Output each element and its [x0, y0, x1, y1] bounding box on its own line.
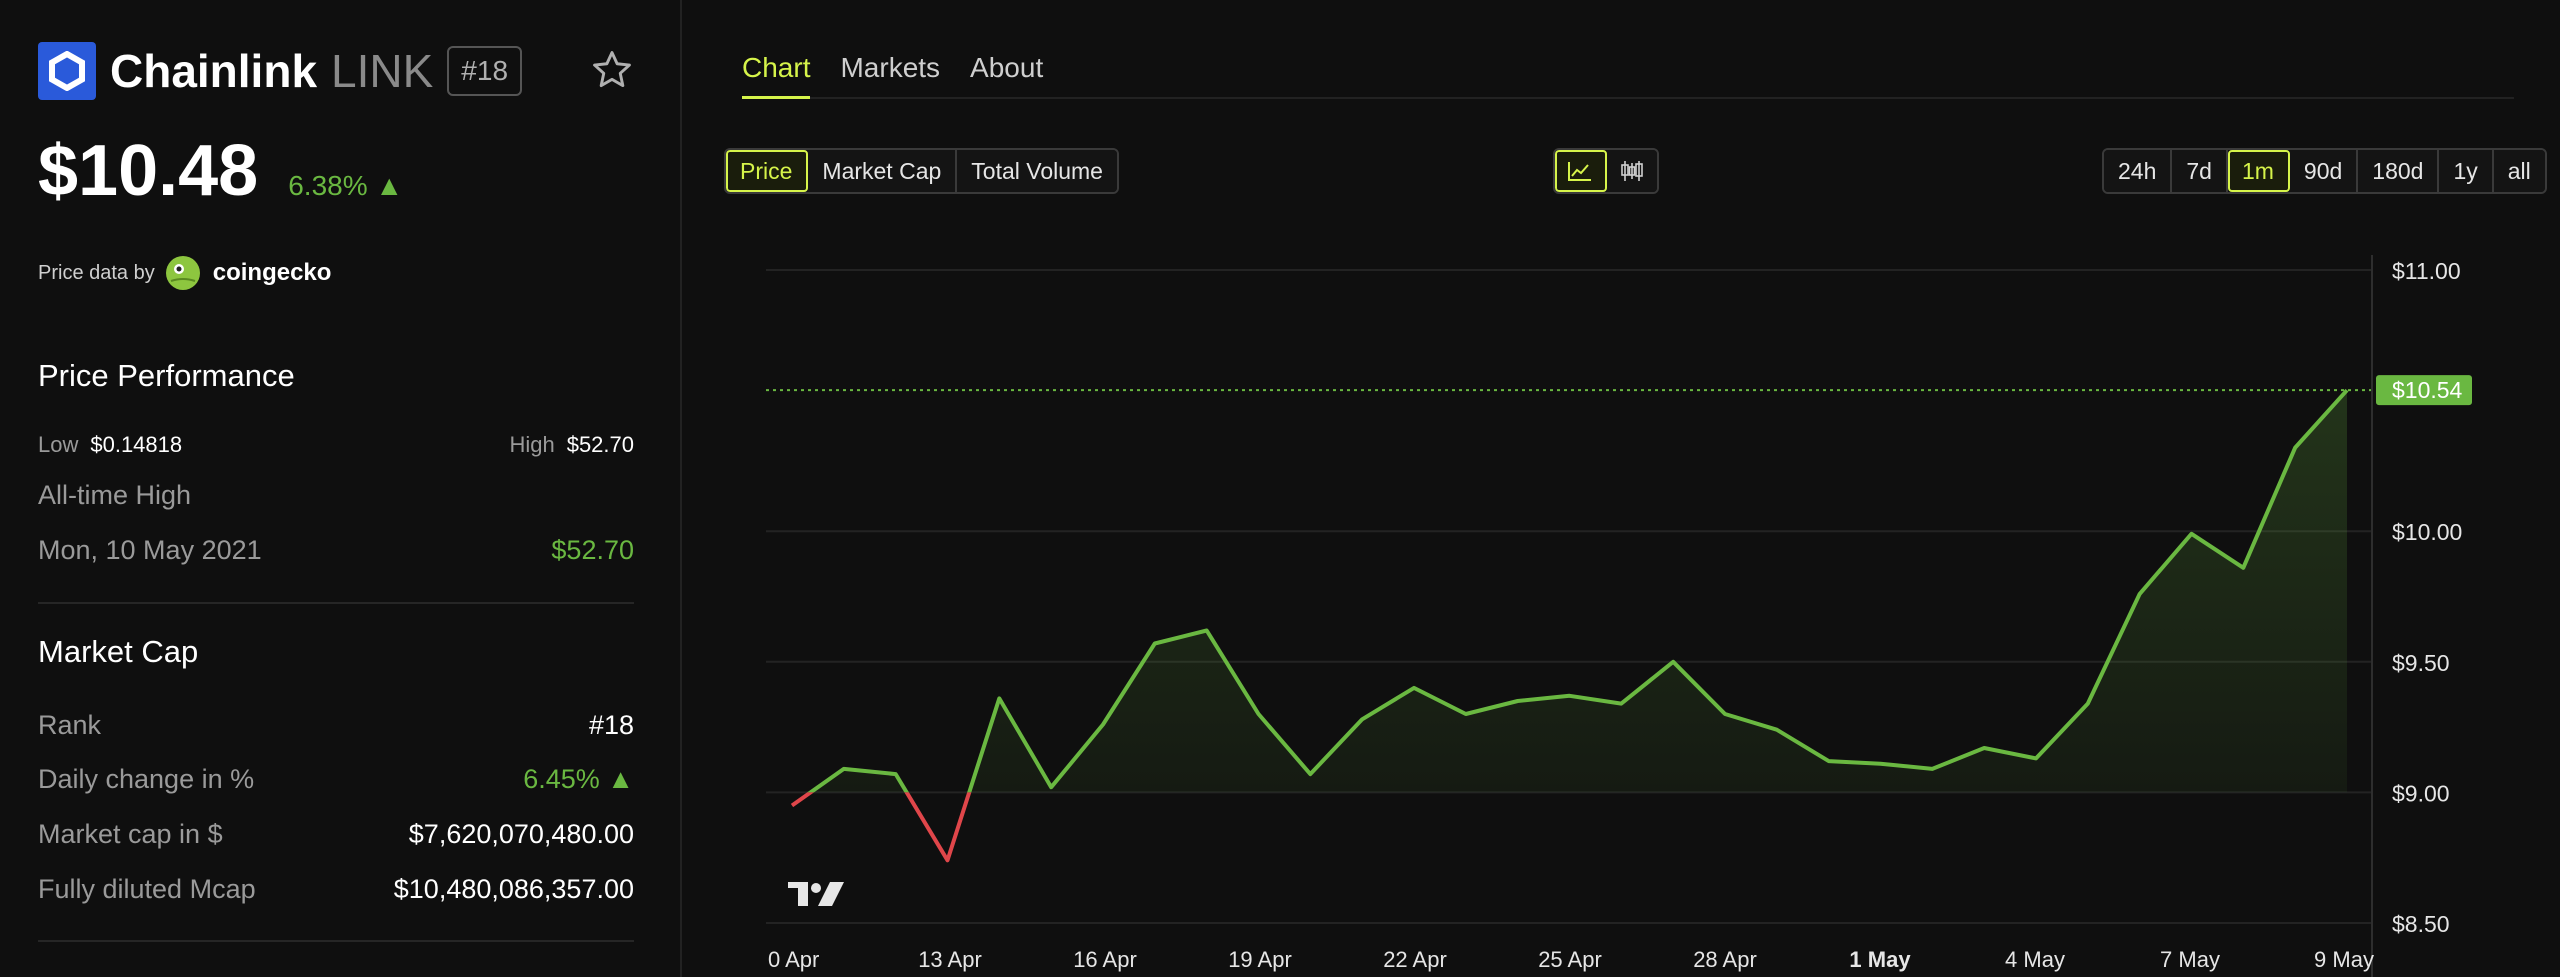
market-cap-button[interactable]: Market Cap	[808, 150, 958, 192]
y-axis: $11.00 $10.00 $9.50 $9.00 $8.50	[2371, 255, 2462, 977]
market-cap-title: Market Cap	[38, 634, 199, 669]
x-tick-label: 9 May	[2314, 947, 2374, 972]
mcap-row-label: Fully diluted Mcap	[38, 874, 256, 904]
price-performance-title: Price Performance	[38, 358, 295, 393]
x-tick-label: 25 Apr	[1538, 947, 1602, 972]
current-price-label: $10.54	[2392, 377, 2463, 403]
candlestick-icon[interactable]	[1607, 150, 1657, 192]
price-chart[interactable]: $10.54 $11.00 $10.00 $9.50 $9.00 $8.50 0 Apr…	[682, 240, 2560, 977]
mcap-row-value: #18	[588, 710, 634, 740]
range-180d-button[interactable]: 180d	[2358, 150, 2440, 192]
low-label: Low	[38, 432, 79, 457]
mcap-row-rank: Rank #18	[38, 710, 634, 741]
mcap-row-label: Market cap in $	[38, 819, 223, 849]
x-tick-label: 4 May	[2005, 947, 2065, 972]
x-tick-label: 28 Apr	[1693, 947, 1757, 972]
x-tick-label: 22 Apr	[1383, 947, 1447, 972]
range-1m-button[interactable]: 1m	[2227, 150, 2290, 192]
current-price-marker: $10.54	[766, 375, 2472, 406]
tradingview-logo-icon	[788, 882, 844, 906]
ath-row: Mon, 10 May 2021 $52.70	[38, 535, 634, 566]
divider	[38, 940, 634, 942]
range-1y-button[interactable]: 1y	[2439, 150, 2494, 192]
ath-label-row: All-time High	[38, 480, 634, 511]
x-tick-label: 1 May	[1849, 947, 1911, 972]
y-tick-label: $10.00	[2392, 519, 2462, 545]
coingecko-link[interactable]: coingecko	[213, 259, 332, 287]
current-price: $10.48	[38, 131, 259, 211]
price-area	[792, 390, 2347, 793]
coin-ticker: LINK	[331, 45, 434, 97]
ath-value: $52.70	[551, 535, 634, 565]
price-data-by-label: Price data by	[38, 261, 155, 284]
mcap-row-label: Rank	[38, 710, 102, 740]
x-tick-label: 16 Apr	[1073, 947, 1137, 972]
chart-panel: Chart Markets About Price Market Cap Tot…	[682, 0, 2560, 977]
star-icon[interactable]	[590, 48, 634, 92]
high-label: High	[509, 432, 555, 457]
ath-date: Mon, 10 May 2021	[38, 535, 262, 565]
line-chart-icon[interactable]	[1555, 150, 1607, 192]
total-volume-button[interactable]: Total Volume	[957, 150, 1117, 192]
coin-header: Chainlink LINK #18	[38, 42, 523, 100]
y-tick-label: $9.50	[2392, 650, 2450, 676]
x-tick-label: 13 Apr	[918, 947, 982, 972]
mcap-row-label: Daily change in %	[38, 764, 255, 794]
price-row: $10.48 6.38% ▲	[38, 130, 403, 212]
chainlink-hexagon-icon	[38, 42, 96, 100]
price-source: Price data by coingecko	[38, 255, 331, 291]
range-all-button[interactable]: all	[2493, 150, 2545, 192]
y-tick-label: $9.00	[2392, 780, 2450, 806]
range-90d-button[interactable]: 90d	[2289, 150, 2359, 192]
coin-summary-panel: Chainlink LINK #18 $10.48 6.38% ▲ Price …	[0, 0, 682, 977]
low-value: $0.14818	[90, 432, 183, 457]
coingecko-icon[interactable]	[165, 255, 201, 291]
high-value: $52.70	[566, 432, 634, 457]
range-7d-button[interactable]: 7d	[2172, 150, 2228, 192]
y-tick-label: $8.50	[2392, 911, 2450, 937]
coin-name: Chainlink	[110, 45, 318, 97]
x-tick-label: 0 Apr	[768, 947, 819, 972]
low-high-row: Low $0.14818 High $52.70	[38, 432, 634, 458]
metric-selector: Price Market Cap Total Volume	[724, 148, 1119, 194]
divider	[38, 602, 634, 604]
tab-markets[interactable]: Markets	[840, 52, 940, 96]
time-range-selector: 24h 7d 1m 90d 180d 1y all	[2102, 148, 2547, 194]
rank-badge: #18	[447, 46, 523, 96]
price-area-fill	[792, 390, 2347, 793]
y-tick-label: $11.00	[2392, 258, 2461, 284]
grid	[766, 269, 2372, 924]
tab-about[interactable]: About	[970, 52, 1043, 96]
price-button[interactable]: Price	[726, 150, 809, 192]
tab-chart[interactable]: Chart	[742, 52, 811, 99]
mcap-row-fdv: Fully diluted Mcap $10,480,086,357.00	[38, 874, 634, 905]
x-tick-label: 7 May	[2160, 947, 2220, 972]
ath-label: All-time High	[38, 480, 192, 510]
range-24h-button[interactable]: 24h	[2104, 150, 2173, 192]
chart-type-selector	[1553, 148, 1659, 194]
price-change: 6.38% ▲	[288, 170, 404, 201]
mcap-row-value: $7,620,070,480.00	[408, 819, 634, 849]
x-tick-label: 19 Apr	[1228, 947, 1292, 972]
mcap-row-market-cap: Market cap in $ $7,620,070,480.00	[38, 819, 634, 850]
mcap-row-value: 6.45% ▲	[523, 764, 634, 794]
mcap-row-daily-change: Daily change in % 6.45% ▲	[38, 764, 634, 795]
x-axis: 0 Apr 13 Apr 16 Apr 19 Apr 22 Apr 25 Apr 28 Ap…	[768, 947, 2374, 972]
mcap-row-value: $10,480,086,357.00	[393, 874, 634, 904]
tab-bar: Chart Markets About	[742, 52, 2514, 99]
